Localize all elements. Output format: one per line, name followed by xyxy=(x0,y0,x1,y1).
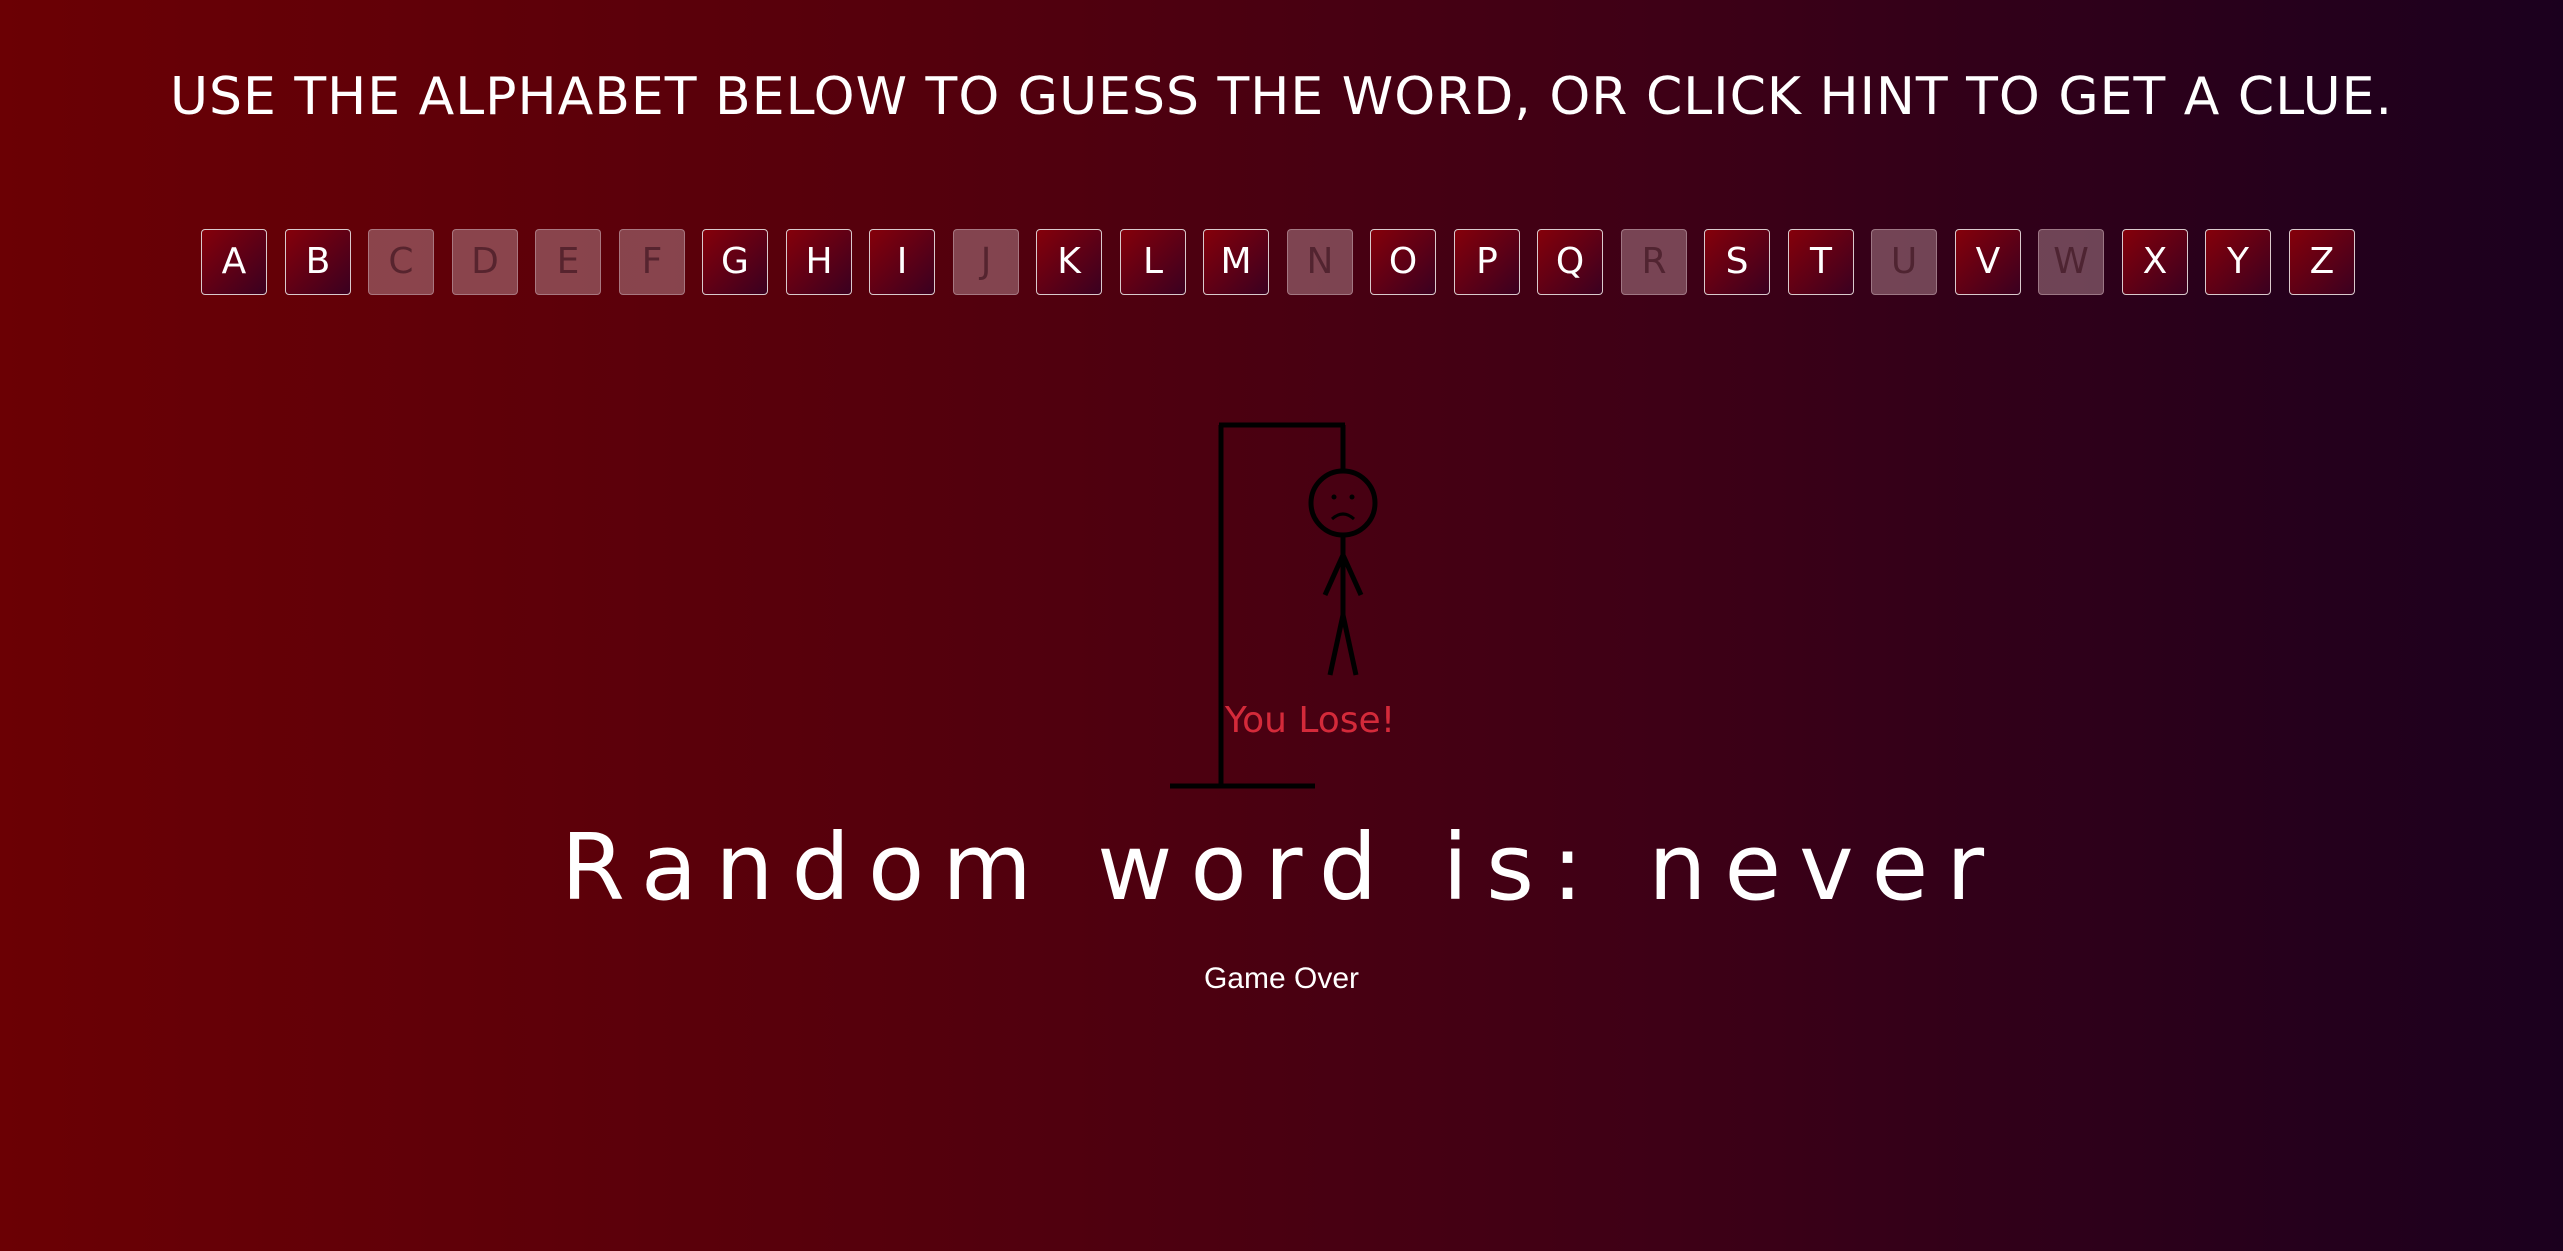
letter-button-z[interactable]: Z xyxy=(2289,229,2355,295)
letter-button-i[interactable]: I xyxy=(869,229,935,295)
letter-button-h[interactable]: H xyxy=(786,229,852,295)
hangman-head xyxy=(1308,468,1378,538)
sad-face-icon xyxy=(1330,494,1356,521)
hangman-left-arm xyxy=(1322,553,1346,597)
letter-button-j[interactable]: J xyxy=(953,229,1019,295)
hangman-left-leg xyxy=(1327,614,1346,676)
game-status: Game Over xyxy=(1203,962,1360,995)
lose-message: You Lose! xyxy=(1224,700,1396,741)
letter-button-c[interactable]: C xyxy=(368,229,434,295)
letter-button-k[interactable]: K xyxy=(1036,229,1102,295)
instructions-heading: USE THE ALPHABET BELOW TO GUESS THE WORD… xyxy=(169,67,2394,127)
hangman-right-leg xyxy=(1340,614,1359,676)
letter-button-a[interactable]: A xyxy=(201,229,267,295)
hangman-right-arm xyxy=(1340,553,1364,597)
letter-button-o[interactable]: O xyxy=(1370,229,1436,295)
letter-button-t[interactable]: T xyxy=(1788,229,1854,295)
alphabet-buttons: ABCDEFGHIJKLMNOPQRSTUVWXYZ xyxy=(201,229,2361,296)
letter-button-d[interactable]: D xyxy=(452,229,518,295)
letter-button-b[interactable]: B xyxy=(285,229,351,295)
letter-button-n[interactable]: N xyxy=(1287,229,1353,295)
letter-button-l[interactable]: L xyxy=(1120,229,1186,295)
letter-button-m[interactable]: M xyxy=(1203,229,1269,295)
letter-button-f[interactable]: F xyxy=(619,229,685,295)
letter-button-v[interactable]: V xyxy=(1955,229,2021,295)
letter-button-g[interactable]: G xyxy=(702,229,768,295)
letter-button-w[interactable]: W xyxy=(2038,229,2104,295)
letter-button-s[interactable]: S xyxy=(1704,229,1770,295)
letter-button-y[interactable]: Y xyxy=(2205,229,2271,295)
letter-button-p[interactable]: P xyxy=(1454,229,1520,295)
letter-button-e[interactable]: E xyxy=(535,229,601,295)
letter-button-q[interactable]: Q xyxy=(1537,229,1603,295)
random-word-display: Random word is: never xyxy=(560,814,2003,921)
letter-button-u[interactable]: U xyxy=(1871,229,1937,295)
letter-button-x[interactable]: X xyxy=(2122,229,2188,295)
letter-button-r[interactable]: R xyxy=(1621,229,1687,295)
